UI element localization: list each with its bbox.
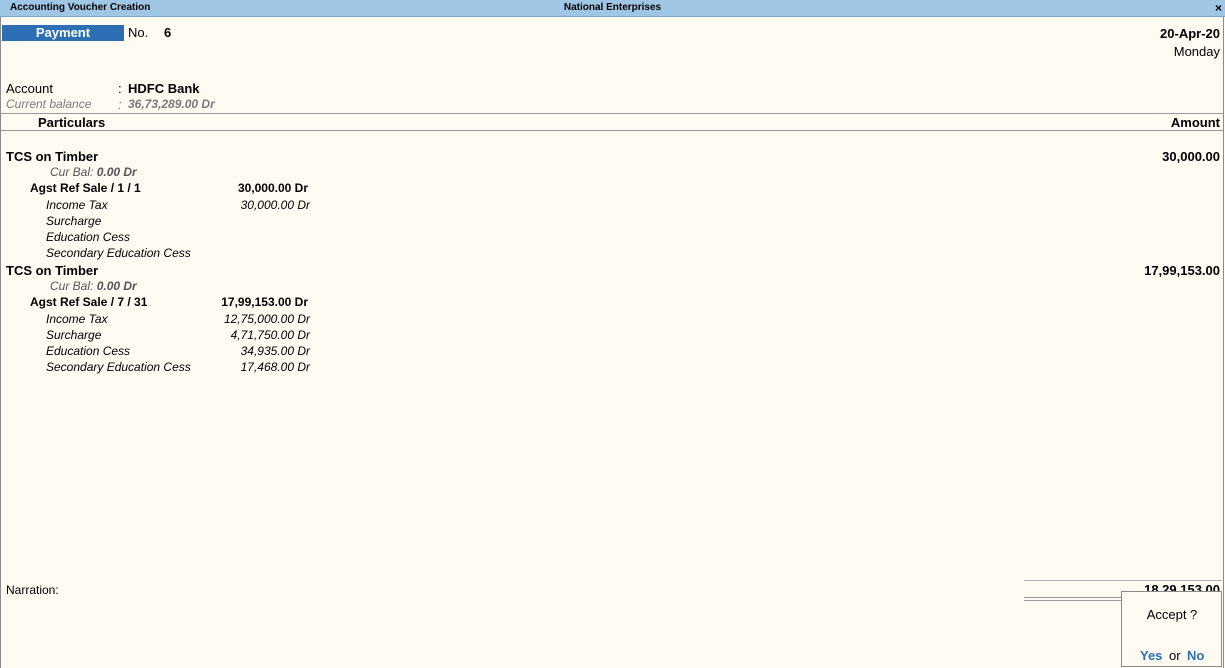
cur-bal-value: 0.00 Dr: [96, 279, 137, 293]
ledger-name[interactable]: TCS on Timber: [6, 149, 98, 164]
current-balance-value: 36,73,289.00 Dr: [128, 97, 215, 111]
column-header-particulars: Particulars: [38, 115, 106, 130]
tax-name: Surcharge: [46, 328, 102, 342]
narration-label[interactable]: Narration:: [6, 583, 59, 597]
frame-border-right: [1223, 17, 1224, 668]
tax-amount: 4,71,750.00 Dr: [230, 328, 310, 342]
tax-amount: 12,75,000.00 Dr: [223, 312, 310, 326]
ledger-amount[interactable]: 17,99,153.00: [1144, 263, 1220, 278]
current-balance-colon: :: [118, 97, 122, 112]
tax-amount: 30,000.00 Dr: [240, 198, 310, 212]
accept-dialog: Accept ? Yes or No: [1121, 591, 1222, 667]
bill-reference-amount: 30,000.00 Dr: [237, 181, 308, 195]
tax-amount: 17,468.00 Dr: [240, 360, 310, 374]
tax-name: Education Cess: [46, 344, 131, 358]
ledger-name[interactable]: TCS on Timber: [6, 263, 98, 278]
voucher-type-badge[interactable]: Payment: [2, 25, 124, 41]
voucher-date[interactable]: 20-Apr-20: [1160, 26, 1220, 41]
close-icon[interactable]: ×: [1215, 0, 1222, 16]
cur-bal-label: Cur Bal:: [50, 279, 94, 293]
total-rule: [1024, 600, 1122, 601]
cur-bal-label: Cur Bal:: [50, 165, 94, 179]
account-colon: :: [118, 81, 122, 96]
total-rule: [1024, 580, 1222, 581]
ledger-amount[interactable]: 30,000.00: [1162, 149, 1220, 164]
cur-bal-value: 0.00 Dr: [96, 165, 137, 179]
accept-no-button[interactable]: No: [1187, 648, 1204, 663]
cur-bal: Cur Bal: 0.00 Dr: [50, 165, 137, 179]
bill-reference[interactable]: Agst Ref Sale / 1 / 1: [30, 181, 141, 195]
voucher-no-value: 6: [164, 25, 172, 40]
tax-name: Secondary Education Cess: [46, 246, 191, 260]
title-bar: Accounting Voucher Creation National Ent…: [0, 0, 1225, 17]
bill-reference-amount: 17,99,153.00 Dr: [221, 295, 308, 309]
cur-bal: Cur Bal: 0.00 Dr: [50, 279, 137, 293]
total-rule: [1024, 597, 1122, 598]
tax-name: Income Tax: [46, 312, 108, 326]
divider: [1, 113, 1223, 114]
column-header-amount: Amount: [1170, 115, 1220, 130]
bill-reference[interactable]: Agst Ref Sale / 7 / 31: [30, 295, 147, 309]
tax-name: Surcharge: [46, 214, 102, 228]
tax-name: Education Cess: [46, 230, 131, 244]
account-field[interactable]: HDFC Bank: [128, 81, 200, 96]
tax-amount: 34,935.00 Dr: [240, 344, 310, 358]
company-name: National Enterprises: [563, 2, 662, 13]
accept-yes-button[interactable]: Yes: [1140, 648, 1162, 663]
account-label: Account: [6, 81, 53, 96]
frame-border-left: [0, 17, 1, 668]
accept-or-text: or: [1169, 648, 1181, 663]
voucher-day: Monday: [1173, 44, 1220, 59]
current-balance-label: Current balance: [6, 97, 92, 111]
voucher-no-label: No.: [128, 25, 149, 40]
tax-name: Income Tax: [46, 198, 108, 212]
divider: [1, 130, 1223, 131]
accept-question: Accept ?: [1146, 607, 1198, 622]
